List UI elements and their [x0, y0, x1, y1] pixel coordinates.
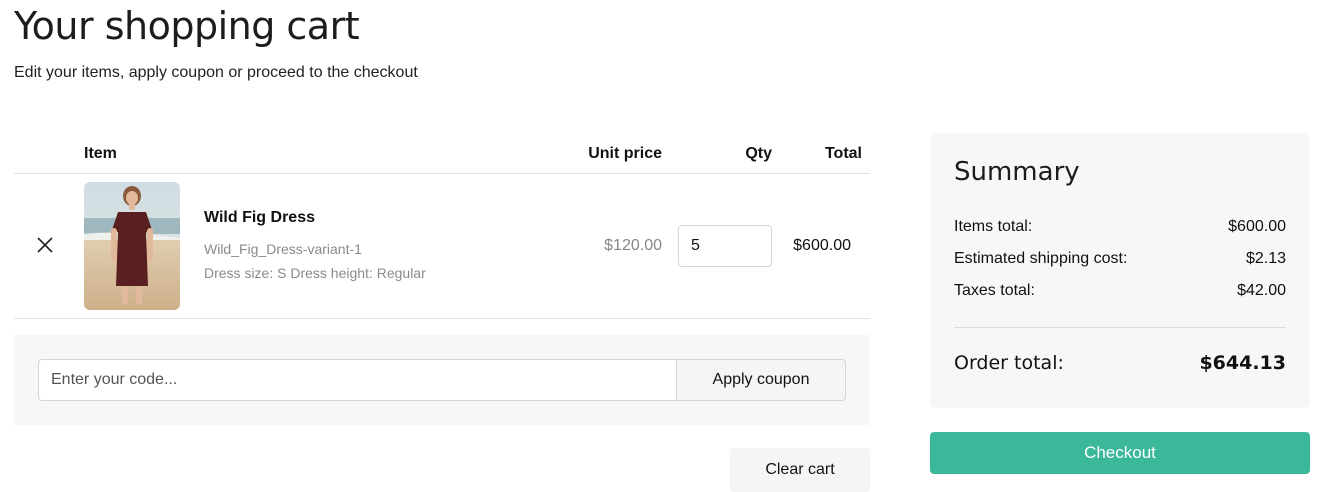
clear-cart-button[interactable]: Clear cart [730, 448, 870, 492]
close-icon [37, 237, 53, 253]
product-image[interactable] [84, 182, 180, 310]
product-name[interactable]: Wild Fig Dress [204, 209, 315, 227]
taxes-value: $42.00 [1237, 282, 1286, 299]
apply-coupon-button[interactable]: Apply coupon [676, 359, 846, 401]
unit-price: $120.00 [604, 237, 662, 254]
summary-divider [954, 327, 1286, 328]
product-variant: Dress size: S Dress height: Regular [204, 265, 426, 281]
column-header-total: Total [824, 145, 862, 162]
column-header-qty: Qty [745, 145, 772, 162]
column-header-item: Item [84, 145, 117, 162]
order-total-label: Order total: [954, 352, 1064, 374]
column-header-unit-price: Unit price [588, 145, 662, 162]
shipping-label: Estimated shipping cost: [954, 250, 1128, 267]
page-title: Your shopping cart [14, 4, 360, 48]
dress-product-photo [84, 182, 180, 310]
summary-row-shipping: Estimated shipping cost: $2.13 [954, 250, 1286, 268]
order-summary-panel: Summary Items total: $600.00 Estimated s… [930, 133, 1310, 408]
line-total: $600.00 [793, 237, 851, 254]
items-total-value: $600.00 [1228, 218, 1286, 235]
taxes-label: Taxes total: [954, 282, 1035, 299]
summary-row-taxes: Taxes total: $42.00 [954, 282, 1286, 300]
quantity-input[interactable] [678, 225, 772, 267]
cart-table-header: Item Unit price Qty Total [14, 133, 870, 174]
remove-item-button[interactable] [34, 234, 56, 256]
summary-row-items-total: Items total: $600.00 [954, 218, 1286, 236]
product-sku: Wild_Fig_Dress-variant-1 [204, 241, 362, 257]
coupon-code-input[interactable] [38, 359, 678, 401]
coupon-panel: Apply coupon [14, 335, 870, 425]
checkout-button[interactable]: Checkout [930, 432, 1310, 474]
summary-row-order-total: Order total: $644.13 [954, 352, 1286, 374]
order-total-value: $644.13 [1199, 352, 1286, 374]
cart-table: Item Unit price Qty Total Wild Fig Dress… [14, 133, 870, 319]
summary-title: Summary [954, 157, 1080, 187]
cart-row: Wild Fig Dress Wild_Fig_Dress-variant-1 … [14, 174, 870, 319]
shipping-value: $2.13 [1245, 250, 1286, 267]
page-subtitle: Edit your items, apply coupon or proceed… [14, 64, 418, 81]
items-total-label: Items total: [954, 218, 1033, 235]
